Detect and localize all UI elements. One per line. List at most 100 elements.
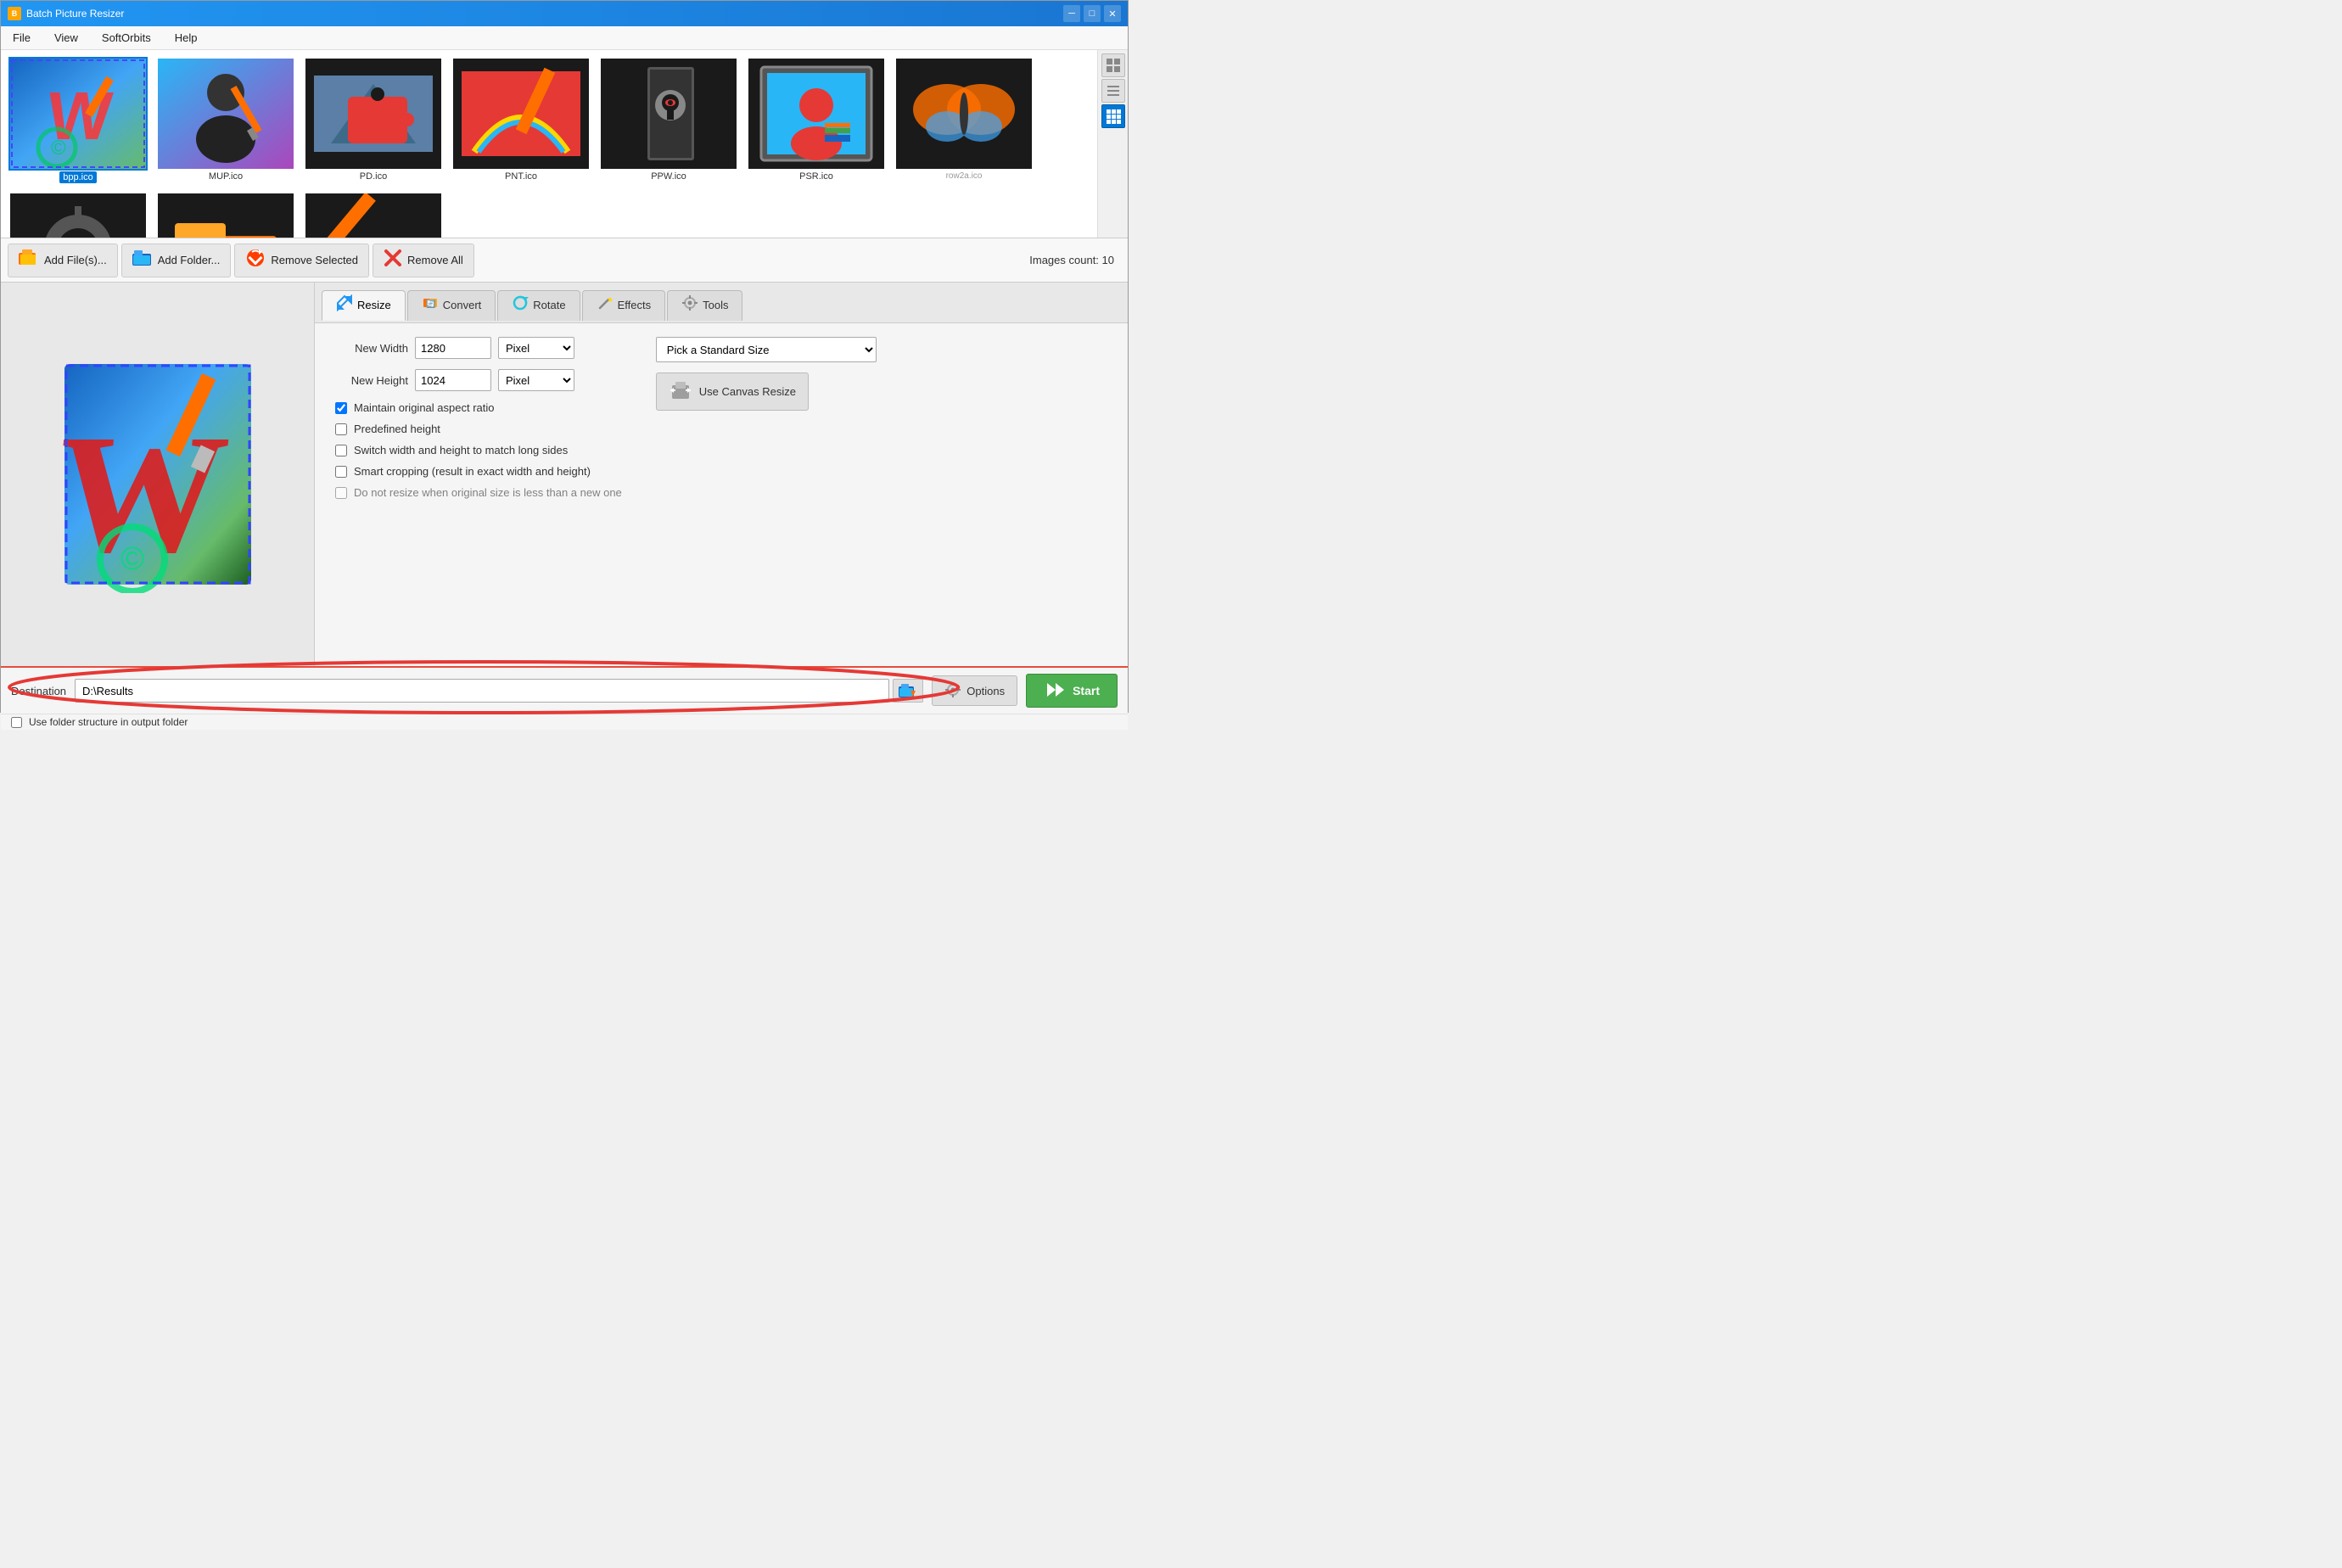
start-icon bbox=[1044, 680, 1067, 703]
predefined-height-checkbox[interactable] bbox=[335, 423, 347, 435]
remove-selected-button[interactable]: Remove Selected bbox=[234, 244, 369, 277]
thumb-r2b[interactable]: row2b.ico bbox=[6, 190, 150, 238]
bottom-section: Destination bbox=[1, 666, 1128, 730]
add-files-button[interactable]: Add File(s)... bbox=[8, 244, 118, 277]
svg-text:©: © bbox=[51, 137, 66, 160]
new-height-input[interactable] bbox=[415, 369, 491, 391]
thumb-img-psr bbox=[748, 59, 884, 169]
toolbar: Add File(s)... Add Folder... Remove Sele… bbox=[1, 238, 1128, 283]
menu-file[interactable]: File bbox=[8, 30, 36, 46]
thumb-img-r2a bbox=[896, 59, 1032, 169]
minimize-button[interactable]: ─ bbox=[1063, 5, 1080, 22]
effects-icon-svg bbox=[597, 294, 614, 311]
tab-rotate[interactable]: Rotate bbox=[497, 290, 580, 321]
pnt-thumbnail bbox=[453, 59, 589, 169]
gallery-side bbox=[1097, 50, 1128, 238]
maximize-button[interactable]: □ bbox=[1084, 5, 1101, 22]
maintain-aspect-label: Maintain original aspect ratio bbox=[354, 401, 494, 414]
options-label: Options bbox=[966, 685, 1005, 697]
smart-crop-checkbox[interactable] bbox=[335, 466, 347, 478]
add-files-label: Add File(s)... bbox=[44, 254, 107, 266]
thumb-img-r2c bbox=[158, 193, 294, 238]
bpp-thumbnail: W © bbox=[10, 59, 146, 169]
view-thumbnail-button[interactable] bbox=[1101, 53, 1125, 77]
add-folder-button[interactable]: Add Folder... bbox=[121, 244, 232, 277]
tab-resize[interactable]: Resize bbox=[322, 290, 406, 321]
destination-browse-button[interactable] bbox=[893, 679, 923, 703]
thumb-pd[interactable]: PD.ico bbox=[301, 55, 445, 187]
thumb-label-bpp: bpp.ico bbox=[59, 171, 96, 183]
new-width-row: New Width Pixel Percent Inch Cm bbox=[332, 337, 622, 359]
canvas-resize-button[interactable]: Use Canvas Resize bbox=[656, 372, 809, 411]
new-width-input[interactable] bbox=[415, 337, 491, 359]
use-folder-structure-label: Use folder structure in output folder bbox=[29, 716, 188, 728]
tab-convert[interactable]: 🔄 Convert bbox=[407, 290, 496, 321]
title-bar-left: B Batch Picture Resizer bbox=[8, 7, 124, 20]
thumb-r2c[interactable]: row2c.ico bbox=[154, 190, 298, 238]
gallery-scroll[interactable]: W © bpp.ico bbox=[1, 50, 1097, 238]
svg-text:🔄: 🔄 bbox=[426, 299, 435, 308]
mup-thumbnail bbox=[158, 59, 294, 169]
thumb-r2d[interactable]: row2d.ico bbox=[301, 190, 445, 238]
convert-tab-icon: 🔄 bbox=[422, 294, 439, 316]
add-folder-label: Add Folder... bbox=[158, 254, 221, 266]
remove-all-label: Remove All bbox=[407, 254, 463, 266]
menu-help[interactable]: Help bbox=[170, 30, 203, 46]
resize-forms-right: Pick a Standard Size 800x600 1024x768 19… bbox=[656, 337, 877, 411]
add-folder-icon-svg bbox=[132, 249, 153, 266]
remove-all-button[interactable]: Remove All bbox=[373, 244, 474, 277]
start-button[interactable]: Start bbox=[1026, 674, 1118, 708]
no-resize-checkbox[interactable] bbox=[335, 487, 347, 499]
r2d-thumbnail bbox=[305, 193, 441, 238]
thumb-psr[interactable]: PSR.ico bbox=[744, 55, 888, 187]
pick-size-select[interactable]: Pick a Standard Size 800x600 1024x768 19… bbox=[656, 337, 877, 362]
destination-input[interactable] bbox=[75, 679, 889, 703]
view-list-button[interactable] bbox=[1101, 79, 1125, 103]
tab-tools[interactable]: Tools bbox=[667, 290, 742, 321]
thumb-bpp[interactable]: W © bpp.ico bbox=[6, 55, 150, 187]
thumb-pnt[interactable]: PNT.ico bbox=[449, 55, 593, 187]
switch-wh-checkbox[interactable] bbox=[335, 445, 347, 456]
thumb-img-r2b bbox=[10, 193, 146, 238]
options-button[interactable]: Options bbox=[932, 675, 1017, 706]
thumb-r2a[interactable]: row2a.ico bbox=[892, 55, 1036, 187]
resize-tab-content: New Width Pixel Percent Inch Cm New Heig… bbox=[315, 323, 1128, 666]
add-files-icon bbox=[19, 249, 39, 271]
start-label: Start bbox=[1073, 684, 1100, 697]
bottom-bar: Destination bbox=[1, 666, 1128, 714]
resize-forms-left: New Width Pixel Percent Inch Cm New Heig… bbox=[332, 337, 622, 507]
no-resize-label: Do not resize when original size is less… bbox=[354, 486, 622, 499]
tab-effects[interactable]: Effects bbox=[582, 290, 666, 321]
title-bar-controls: ─ □ ✕ bbox=[1063, 5, 1121, 22]
resize-tab-icon bbox=[336, 294, 353, 316]
height-unit-select[interactable]: Pixel Percent Inch Cm bbox=[498, 369, 574, 391]
app-icon: B bbox=[8, 7, 21, 20]
menu-softorbits[interactable]: SoftOrbits bbox=[97, 30, 156, 46]
thumb-img-r2d bbox=[305, 193, 441, 238]
menu-view[interactable]: View bbox=[49, 30, 83, 46]
close-button[interactable]: ✕ bbox=[1104, 5, 1121, 22]
maintain-aspect-checkbox[interactable] bbox=[335, 402, 347, 414]
thumb-mup[interactable]: MUP.ico bbox=[154, 55, 298, 187]
smart-crop-label: Smart cropping (result in exact width an… bbox=[354, 465, 591, 478]
use-folder-structure-checkbox[interactable] bbox=[11, 717, 22, 728]
view-grid-button[interactable] bbox=[1101, 104, 1125, 128]
new-height-row: New Height Pixel Percent Inch Cm bbox=[332, 369, 622, 391]
psr-thumbnail bbox=[748, 59, 884, 169]
grid-view-icon bbox=[1106, 109, 1121, 124]
options-gear-icon bbox=[944, 681, 961, 701]
thumb-ppw[interactable]: PPW.ico bbox=[597, 55, 741, 187]
predefined-height-row: Predefined height bbox=[332, 423, 622, 435]
thumb-label-pnt: PNT.ico bbox=[505, 171, 537, 182]
rotate-icon-svg bbox=[512, 294, 529, 311]
pd-thumbnail bbox=[305, 59, 441, 169]
r2a-thumbnail bbox=[896, 59, 1032, 169]
resize-icon-svg bbox=[336, 294, 353, 311]
thumb-label-ppw: PPW.ico bbox=[651, 171, 686, 182]
thumb-img-bpp: W © bbox=[10, 59, 146, 169]
destination-input-wrap bbox=[75, 679, 923, 703]
width-unit-select[interactable]: Pixel Percent Inch Cm bbox=[498, 337, 574, 359]
thumb-img-ppw bbox=[601, 59, 737, 169]
tab-tools-label: Tools bbox=[703, 299, 728, 311]
ppw-thumbnail bbox=[601, 59, 737, 169]
